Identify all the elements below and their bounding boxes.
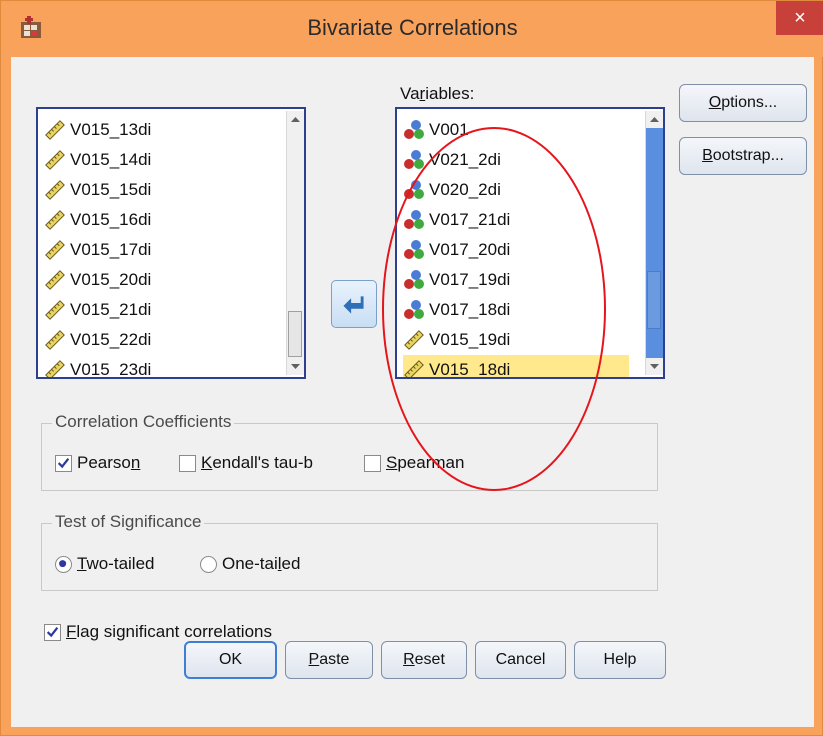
nominal-balls-icon — [403, 119, 425, 141]
source-variable-item[interactable]: V015_21di — [44, 295, 272, 325]
source-variable-item[interactable]: V015_23di — [44, 355, 272, 379]
source-variable-item-label: V015_21di — [70, 300, 152, 319]
test-of-significance-group: Test of Significance Two-tailed One-tail… — [41, 512, 658, 591]
dialog-window: Bivariate Correlations × V015_13di V015_1… — [0, 0, 823, 736]
kendall-checkbox[interactable] — [179, 455, 196, 472]
options-button[interactable]: Options... — [679, 84, 807, 122]
pearson-checkbox[interactable] — [55, 455, 72, 472]
selected-variable-item[interactable]: V017_21di — [403, 205, 629, 235]
selected-variable-item-label: V001 — [429, 120, 469, 139]
selected-variable-item-label: V017_19di — [429, 270, 511, 289]
nominal-balls-icon — [403, 179, 425, 201]
source-variable-list[interactable]: V015_13di V015_14di V015_15di V015_16di V015… — [36, 107, 306, 379]
ok-button[interactable]: OK — [184, 641, 277, 679]
source-list-scroll-thumb[interactable] — [288, 311, 302, 357]
group-title: Correlation Coefficients — [52, 412, 235, 432]
pearson-label: Pearson — [77, 453, 141, 472]
scale-ruler-icon — [44, 359, 66, 377]
checkmark-icon — [57, 457, 70, 469]
nominal-balls-icon — [403, 239, 425, 261]
source-variable-item-label: V015_23di — [70, 360, 152, 379]
selected-variable-item-label: V015_19di — [429, 330, 511, 349]
variables-list[interactable]: V001 V021_2di V020_2di V017_21di V017_20di V0… — [395, 107, 665, 379]
source-variable-item[interactable]: V015_16di — [44, 205, 272, 235]
source-variable-item[interactable]: V015_22di — [44, 325, 272, 355]
nominal-balls-icon — [403, 209, 425, 231]
source-variable-item-label: V015_13di — [70, 120, 152, 139]
source-variable-item[interactable]: V015_15di — [44, 175, 272, 205]
source-variable-item[interactable]: V015_14di — [44, 145, 272, 175]
one-tailed-radio[interactable] — [200, 556, 217, 573]
source-variable-item[interactable]: V015_20di — [44, 265, 272, 295]
selected-variable-item-label: V017_20di — [429, 240, 511, 259]
close-icon: × — [794, 7, 806, 29]
source-variable-item[interactable]: V015_17di — [44, 235, 272, 265]
scale-ruler-icon — [44, 179, 66, 201]
nominal-balls-icon — [403, 149, 425, 171]
scale-ruler-icon — [403, 359, 425, 377]
flag-significant-checkbox[interactable] — [44, 624, 61, 641]
selected-variable-item[interactable]: V017_20di — [403, 235, 629, 265]
selected-variable-item[interactable]: V015_18di — [403, 355, 629, 379]
scale-ruler-icon — [44, 329, 66, 351]
selected-variable-item-label: V015_18di — [429, 360, 511, 379]
selected-variable-item-label: V017_21di — [429, 210, 511, 229]
radio-dot-icon — [59, 560, 67, 568]
variables-list-scrollbar[interactable] — [645, 111, 663, 375]
scroll-down-icon[interactable] — [646, 358, 663, 375]
nominal-balls-icon — [403, 269, 425, 291]
scale-ruler-icon — [44, 299, 66, 321]
close-button[interactable]: × — [776, 1, 823, 35]
selected-variable-item-label: V017_18di — [429, 300, 511, 319]
scale-ruler-icon — [44, 269, 66, 291]
move-variable-button[interactable] — [331, 280, 377, 328]
cancel-button[interactable]: Cancel — [475, 641, 566, 679]
source-list-scrollbar[interactable] — [286, 111, 304, 375]
group-title: Test of Significance — [52, 512, 205, 532]
spearman-checkbox[interactable] — [364, 455, 381, 472]
source-variable-item-label: V015_14di — [70, 150, 152, 169]
variables-label: Variables: — [400, 84, 475, 103]
selected-variable-item[interactable]: V021_2di — [403, 145, 629, 175]
source-variable-item-label: V015_16di — [70, 210, 152, 229]
flag-significant-label: Flag significant correlations — [66, 622, 272, 641]
scroll-up-icon[interactable] — [646, 111, 663, 128]
one-tailed-label: One-tailed — [222, 554, 301, 573]
arrow-left-icon — [343, 296, 364, 314]
selected-variable-item-label: V021_2di — [429, 150, 501, 169]
scale-ruler-icon — [403, 329, 425, 351]
scale-ruler-icon — [44, 119, 66, 141]
source-variable-item-label: V015_17di — [70, 240, 152, 259]
paste-button[interactable]: Paste — [285, 641, 373, 679]
scroll-down-icon[interactable] — [287, 358, 304, 375]
source-variable-item[interactable]: V015_13di — [44, 115, 272, 145]
spearman-label: Spearman — [386, 453, 465, 472]
scale-ruler-icon — [44, 149, 66, 171]
source-variable-item-label: V015_22di — [70, 330, 152, 349]
scale-ruler-icon — [44, 209, 66, 231]
variables-list-scroll-thumb[interactable] — [647, 271, 661, 329]
bootstrap-button[interactable]: Bootstrap... — [679, 137, 807, 175]
selected-variable-item[interactable]: V001 — [403, 115, 629, 145]
help-button[interactable]: Help — [574, 641, 666, 679]
window-title: Bivariate Correlations — [307, 15, 518, 40]
selected-variable-item[interactable]: V017_18di — [403, 295, 629, 325]
two-tailed-radio[interactable] — [55, 556, 72, 573]
kendall-label: Kendall's tau-b — [201, 453, 313, 472]
selected-variable-item[interactable]: V015_19di — [403, 325, 629, 355]
selected-variable-item-label: V020_2di — [429, 180, 501, 199]
two-tailed-label: Two-tailed — [77, 554, 155, 573]
scale-ruler-icon — [44, 239, 66, 261]
correlation-coefficients-group: Correlation Coefficients Pearson Kendall… — [41, 412, 658, 491]
checkmark-icon — [46, 626, 59, 638]
selected-variable-item[interactable]: V020_2di — [403, 175, 629, 205]
source-variable-item-label: V015_20di — [70, 270, 152, 289]
scroll-up-icon[interactable] — [287, 111, 304, 128]
nominal-balls-icon — [403, 299, 425, 321]
reset-button[interactable]: Reset — [381, 641, 467, 679]
source-variable-item-label: V015_15di — [70, 180, 152, 199]
dialog-client: V015_13di V015_14di V015_15di V015_16di V015… — [11, 57, 814, 727]
selected-variable-item[interactable]: V017_19di — [403, 265, 629, 295]
title-bar: Bivariate Correlations × — [1, 1, 823, 57]
